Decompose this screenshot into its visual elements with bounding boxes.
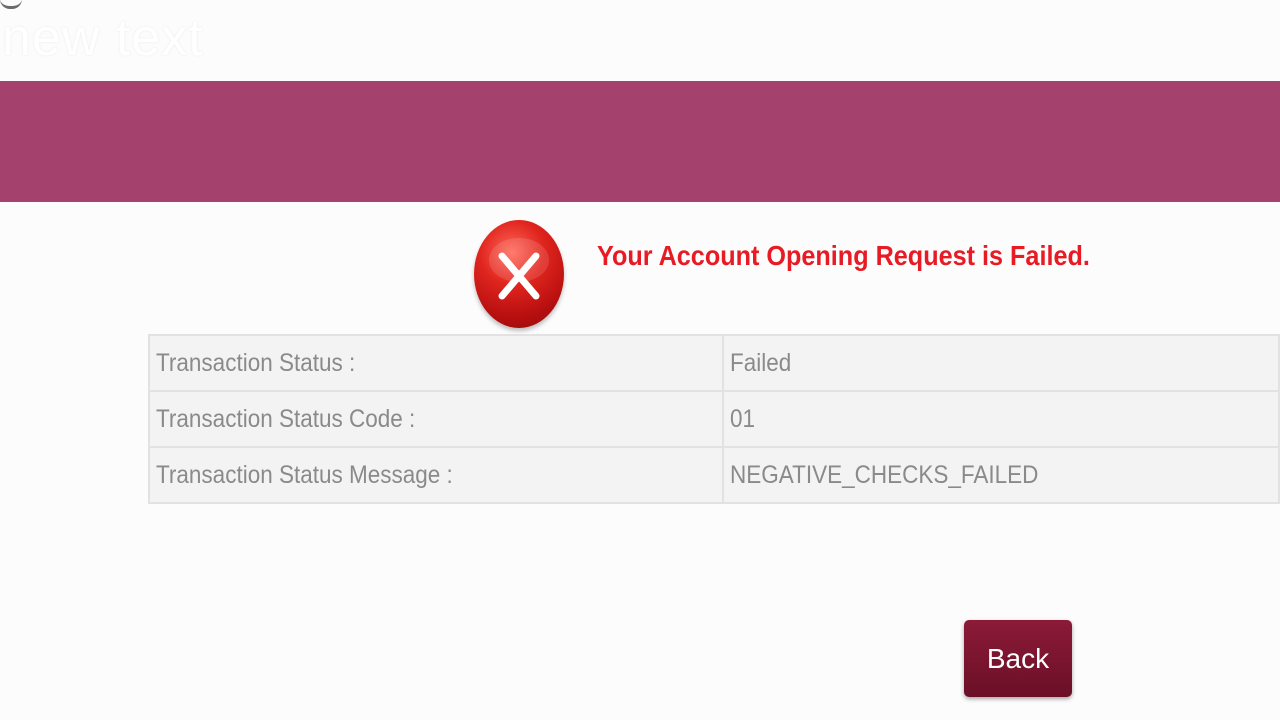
status-title: Your Account Opening Request is Failed. [597,240,1090,271]
transaction-status-label: Transaction Status : [148,334,724,392]
transaction-status-code-label: Transaction Status Code : [148,390,724,448]
page: new text Your Account Opening Request is… [0,0,1280,720]
table-row: Transaction Status Message : NEGATIVE_CH… [148,446,1280,504]
transaction-status-code-value: 01 [722,390,1280,448]
transaction-status-message-label: Transaction Status Message : [148,446,724,504]
status-header: Your Account Opening Request is Failed. [474,218,1090,330]
table-row: Transaction Status : Failed [148,334,1280,392]
back-button[interactable]: Back [964,620,1072,697]
transaction-details-table: Transaction Status : Failed Transaction … [148,334,1280,504]
table-row: Transaction Status Code : 01 [148,390,1280,448]
watermark-text: new text [2,9,204,67]
transaction-status-message-value: NEGATIVE_CHECKS_FAILED [722,446,1280,504]
error-x-icon [474,220,564,328]
transaction-status-value: Failed [722,334,1280,392]
header-banner [0,81,1280,202]
